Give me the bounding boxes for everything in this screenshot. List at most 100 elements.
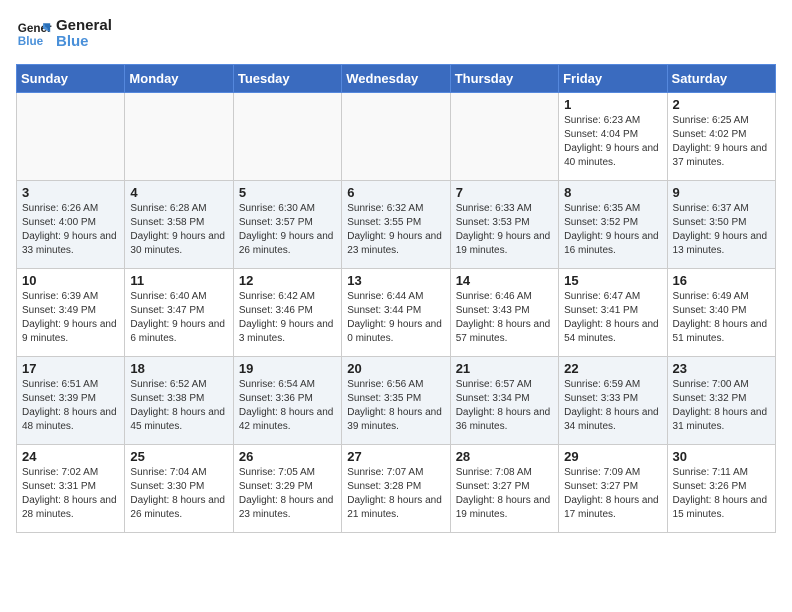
weekday-header-tuesday: Tuesday <box>233 65 341 93</box>
day-number: 11 <box>130 273 227 288</box>
day-info: Sunrise: 6:26 AM Sunset: 4:00 PM Dayligh… <box>22 202 119 258</box>
calendar-cell: 7Sunrise: 6:33 AM Sunset: 3:53 PM Daylig… <box>450 181 558 269</box>
day-info: Sunrise: 6:30 AM Sunset: 3:57 PM Dayligh… <box>239 202 336 258</box>
day-number: 1 <box>564 97 661 112</box>
calendar-cell <box>125 93 233 181</box>
day-info: Sunrise: 7:11 AM Sunset: 3:26 PM Dayligh… <box>673 466 770 522</box>
weekday-header-monday: Monday <box>125 65 233 93</box>
day-number: 6 <box>347 185 444 200</box>
calendar-cell: 25Sunrise: 7:04 AM Sunset: 3:30 PM Dayli… <box>125 445 233 533</box>
day-number: 29 <box>564 449 661 464</box>
day-info: Sunrise: 6:28 AM Sunset: 3:58 PM Dayligh… <box>130 202 227 258</box>
weekday-header-friday: Friday <box>559 65 667 93</box>
calendar-cell <box>450 93 558 181</box>
day-info: Sunrise: 6:59 AM Sunset: 3:33 PM Dayligh… <box>564 378 661 434</box>
calendar-cell: 18Sunrise: 6:52 AM Sunset: 3:38 PM Dayli… <box>125 357 233 445</box>
day-info: Sunrise: 7:05 AM Sunset: 3:29 PM Dayligh… <box>239 466 336 522</box>
day-number: 7 <box>456 185 553 200</box>
calendar-cell: 5 Sunrise: 6:30 AM Sunset: 3:57 PM Daylig… <box>233 181 341 269</box>
calendar-cell: 15Sunrise: 6:47 AM Sunset: 3:41 PM Dayli… <box>559 269 667 357</box>
calendar-cell: 6 Sunrise: 6:32 AM Sunset: 3:55 PM Daylig… <box>342 181 450 269</box>
day-info: Sunrise: 6:47 AM Sunset: 3:41 PM Dayligh… <box>564 290 661 346</box>
day-number: 26 <box>239 449 336 464</box>
calendar-cell: 8 Sunrise: 6:35 AM Sunset: 3:52 PM Daylig… <box>559 181 667 269</box>
day-number: 22 <box>564 361 661 376</box>
day-number: 23 <box>673 361 770 376</box>
calendar-cell: 26 Sunrise: 7:05 AM Sunset: 3:29 PM Dayli… <box>233 445 341 533</box>
day-info: Sunrise: 6:35 AM Sunset: 3:52 PM Dayligh… <box>564 202 661 258</box>
day-number: 17 <box>22 361 119 376</box>
day-info: Sunrise: 6:32 AM Sunset: 3:55 PM Dayligh… <box>347 202 444 258</box>
logo-line2: Blue <box>56 34 112 51</box>
day-number: 18 <box>130 361 227 376</box>
calendar-week-row: 17 Sunrise: 6:51 AM Sunset: 3:39 PM Dayli… <box>17 357 776 445</box>
day-number: 4 <box>130 185 227 200</box>
day-number: 20 <box>347 361 444 376</box>
calendar-cell: 19 Sunrise: 6:54 AM Sunset: 3:36 PM Dayli… <box>233 357 341 445</box>
calendar-cell: 24 Sunrise: 7:02 AM Sunset: 3:31 PM Dayli… <box>17 445 125 533</box>
weekday-header-saturday: Saturday <box>667 65 775 93</box>
day-info: Sunrise: 7:04 AM Sunset: 3:30 PM Dayligh… <box>130 466 227 522</box>
day-info: Sunrise: 7:09 AM Sunset: 3:27 PM Dayligh… <box>564 466 661 522</box>
logo-icon: General Blue <box>16 16 52 52</box>
calendar-cell: 28 Sunrise: 7:08 AM Sunset: 3:27 PM Dayli… <box>450 445 558 533</box>
day-number: 24 <box>22 449 119 464</box>
day-number: 16 <box>673 273 770 288</box>
day-info: Sunrise: 6:49 AM Sunset: 3:40 PM Dayligh… <box>673 290 770 346</box>
day-info: Sunrise: 7:00 AM Sunset: 3:32 PM Dayligh… <box>673 378 770 434</box>
day-info: Sunrise: 7:08 AM Sunset: 3:27 PM Dayligh… <box>456 466 553 522</box>
calendar-cell: 23 Sunrise: 7:00 AM Sunset: 3:32 PM Dayli… <box>667 357 775 445</box>
day-info: Sunrise: 7:02 AM Sunset: 3:31 PM Dayligh… <box>22 466 119 522</box>
day-number: 3 <box>22 185 119 200</box>
day-info: Sunrise: 6:37 AM Sunset: 3:50 PM Dayligh… <box>673 202 770 258</box>
day-number: 2 <box>673 97 770 112</box>
day-number: 8 <box>564 185 661 200</box>
calendar-cell: 12 Sunrise: 6:42 AM Sunset: 3:46 PM Dayli… <box>233 269 341 357</box>
day-info: Sunrise: 6:42 AM Sunset: 3:46 PM Dayligh… <box>239 290 336 346</box>
day-info: Sunrise: 6:51 AM Sunset: 3:39 PM Dayligh… <box>22 378 119 434</box>
day-info: Sunrise: 6:44 AM Sunset: 3:44 PM Dayligh… <box>347 290 444 346</box>
calendar-cell: 22 Sunrise: 6:59 AM Sunset: 3:33 PM Dayli… <box>559 357 667 445</box>
calendar-cell <box>233 93 341 181</box>
calendar-week-row: 3 Sunrise: 6:26 AM Sunset: 4:00 PM Daylig… <box>17 181 776 269</box>
day-info: Sunrise: 6:56 AM Sunset: 3:35 PM Dayligh… <box>347 378 444 434</box>
day-info: Sunrise: 6:40 AM Sunset: 3:47 PM Dayligh… <box>130 290 227 346</box>
day-info: Sunrise: 6:54 AM Sunset: 3:36 PM Dayligh… <box>239 378 336 434</box>
calendar-cell: 20 Sunrise: 6:56 AM Sunset: 3:35 PM Dayli… <box>342 357 450 445</box>
calendar-week-row: 24 Sunrise: 7:02 AM Sunset: 3:31 PM Dayli… <box>17 445 776 533</box>
day-info: Sunrise: 6:39 AM Sunset: 3:49 PM Dayligh… <box>22 290 119 346</box>
weekday-header-wednesday: Wednesday <box>342 65 450 93</box>
calendar-cell: 29 Sunrise: 7:09 AM Sunset: 3:27 PM Dayli… <box>559 445 667 533</box>
svg-text:Blue: Blue <box>18 35 44 48</box>
day-number: 30 <box>673 449 770 464</box>
calendar-cell: 16 Sunrise: 6:49 AM Sunset: 3:40 PM Dayli… <box>667 269 775 357</box>
calendar-cell: 3 Sunrise: 6:26 AM Sunset: 4:00 PM Daylig… <box>17 181 125 269</box>
day-number: 21 <box>456 361 553 376</box>
day-info: Sunrise: 6:23 AM Sunset: 4:04 PM Dayligh… <box>564 114 661 170</box>
calendar-cell: 10 Sunrise: 6:39 AM Sunset: 3:49 PM Dayli… <box>17 269 125 357</box>
calendar-cell: 27Sunrise: 7:07 AM Sunset: 3:28 PM Dayli… <box>342 445 450 533</box>
weekday-header-sunday: Sunday <box>17 65 125 93</box>
calendar-cell: 9 Sunrise: 6:37 AM Sunset: 3:50 PM Daylig… <box>667 181 775 269</box>
day-number: 5 <box>239 185 336 200</box>
day-number: 14 <box>456 273 553 288</box>
calendar-cell: 21Sunrise: 6:57 AM Sunset: 3:34 PM Dayli… <box>450 357 558 445</box>
calendar-header-row: SundayMondayTuesdayWednesdayThursdayFrid… <box>17 65 776 93</box>
day-number: 10 <box>22 273 119 288</box>
calendar-cell: 11 Sunrise: 6:40 AM Sunset: 3:47 PM Dayli… <box>125 269 233 357</box>
day-number: 12 <box>239 273 336 288</box>
day-number: 19 <box>239 361 336 376</box>
calendar-cell: 4 Sunrise: 6:28 AM Sunset: 3:58 PM Daylig… <box>125 181 233 269</box>
day-number: 28 <box>456 449 553 464</box>
calendar-cell: 14 Sunrise: 6:46 AM Sunset: 3:43 PM Dayli… <box>450 269 558 357</box>
day-info: Sunrise: 7:07 AM Sunset: 3:28 PM Dayligh… <box>347 466 444 522</box>
logo-line1: General <box>56 18 112 35</box>
calendar-cell: 1 Sunrise: 6:23 AM Sunset: 4:04 PM Daylig… <box>559 93 667 181</box>
logo: General Blue General Blue <box>16 16 112 52</box>
calendar-cell <box>342 93 450 181</box>
day-info: Sunrise: 6:46 AM Sunset: 3:43 PM Dayligh… <box>456 290 553 346</box>
calendar-cell <box>17 93 125 181</box>
calendar-week-row: 10 Sunrise: 6:39 AM Sunset: 3:49 PM Dayli… <box>17 269 776 357</box>
day-number: 13 <box>347 273 444 288</box>
day-number: 9 <box>673 185 770 200</box>
